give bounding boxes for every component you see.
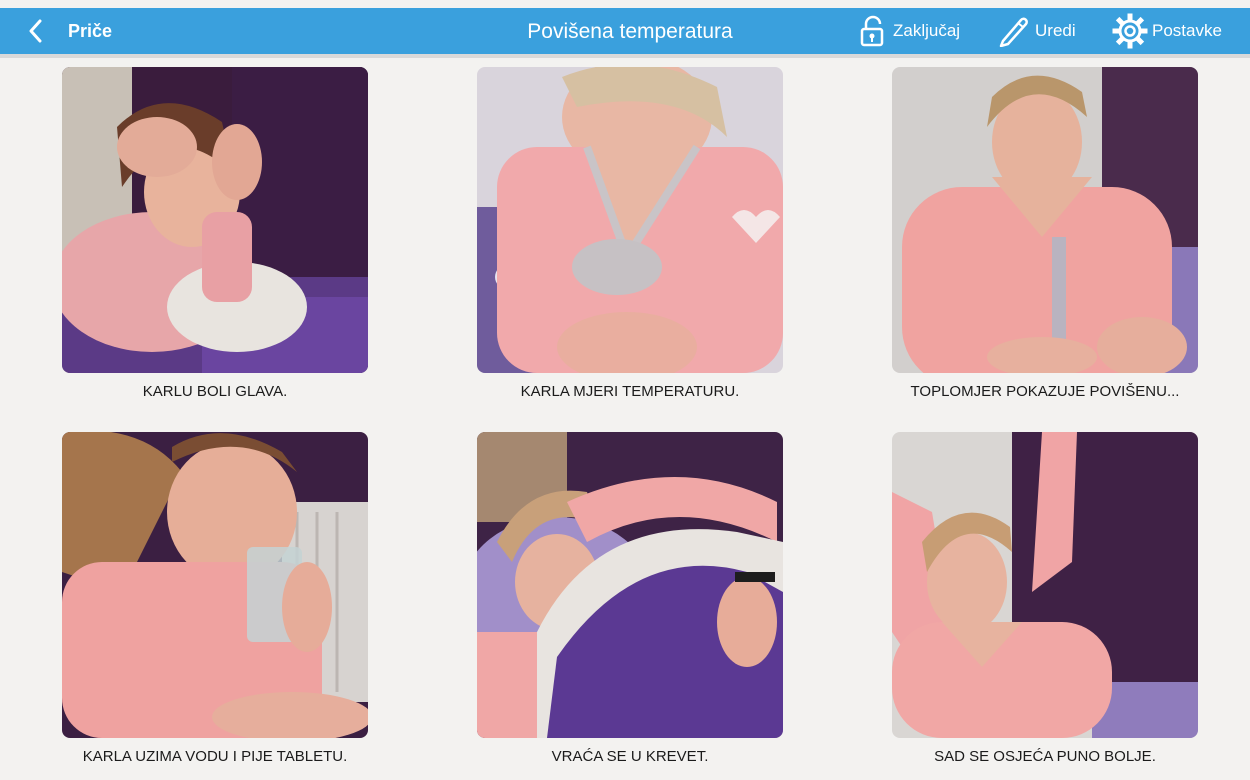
top-bar: Priče Povišena temperatura Zaključaj Ure… [0, 8, 1250, 58]
page-title: Povišena temperatura [527, 20, 733, 43]
card-caption: SAD SE OSJEĆA PUNO BOLJE. [934, 748, 1156, 765]
card-caption: KARLA MJERI TEMPERATURU. [520, 383, 740, 400]
card-caption: KARLA UZIMA VODU I PIJE TABLETU. [82, 748, 348, 765]
story-card[interactable]: VRAĆA SE U KREVET. [477, 432, 783, 765]
settings-button[interactable]: Postavke [1112, 13, 1222, 49]
story-card[interactable]: KARLA MJERI TEMPERATURU. [477, 67, 783, 400]
woman-holding-head-photo[interactable] [62, 67, 368, 373]
edit-label: Uredi [1035, 21, 1076, 40]
chevron-left-icon [29, 19, 42, 43]
back-label: Priče [68, 20, 113, 41]
woman-reading-thermometer-photo[interactable] [892, 67, 1198, 373]
woman-placing-thermometer-photo[interactable] [477, 67, 783, 373]
card-caption: KARLU BOLI GLAVA. [142, 383, 288, 400]
card-caption: VRAĆA SE U KREVET. [551, 748, 709, 765]
story-card[interactable]: KARLA UZIMA VODU I PIJE TABLETU. [62, 432, 368, 765]
unlock-icon [860, 15, 884, 47]
top-bar-shadow [0, 54, 1250, 58]
woman-drinking-water-photo[interactable] [62, 432, 368, 738]
edit-button[interactable]: Uredi [997, 14, 1076, 48]
gear-icon [1112, 13, 1148, 49]
settings-label: Postavke [1152, 21, 1222, 40]
woman-stretching-photo[interactable] [892, 432, 1198, 738]
woman-lying-in-bed-photo[interactable] [477, 432, 783, 738]
back-button[interactable]: Priče [28, 17, 128, 45]
lock-label: Zaključaj [893, 21, 961, 40]
lock-button[interactable]: Zaključaj [859, 14, 960, 48]
story-card[interactable]: KARLU BOLI GLAVA. [62, 67, 368, 400]
story-card[interactable]: SAD SE OSJEĆA PUNO BOLJE. [892, 432, 1198, 765]
card-caption: TOPLOMJER POKAZUJE POVIŠENU... [910, 383, 1180, 400]
story-card[interactable]: TOPLOMJER POKAZUJE POVIŠENU... [892, 67, 1198, 400]
pencil-icon [999, 17, 1028, 47]
